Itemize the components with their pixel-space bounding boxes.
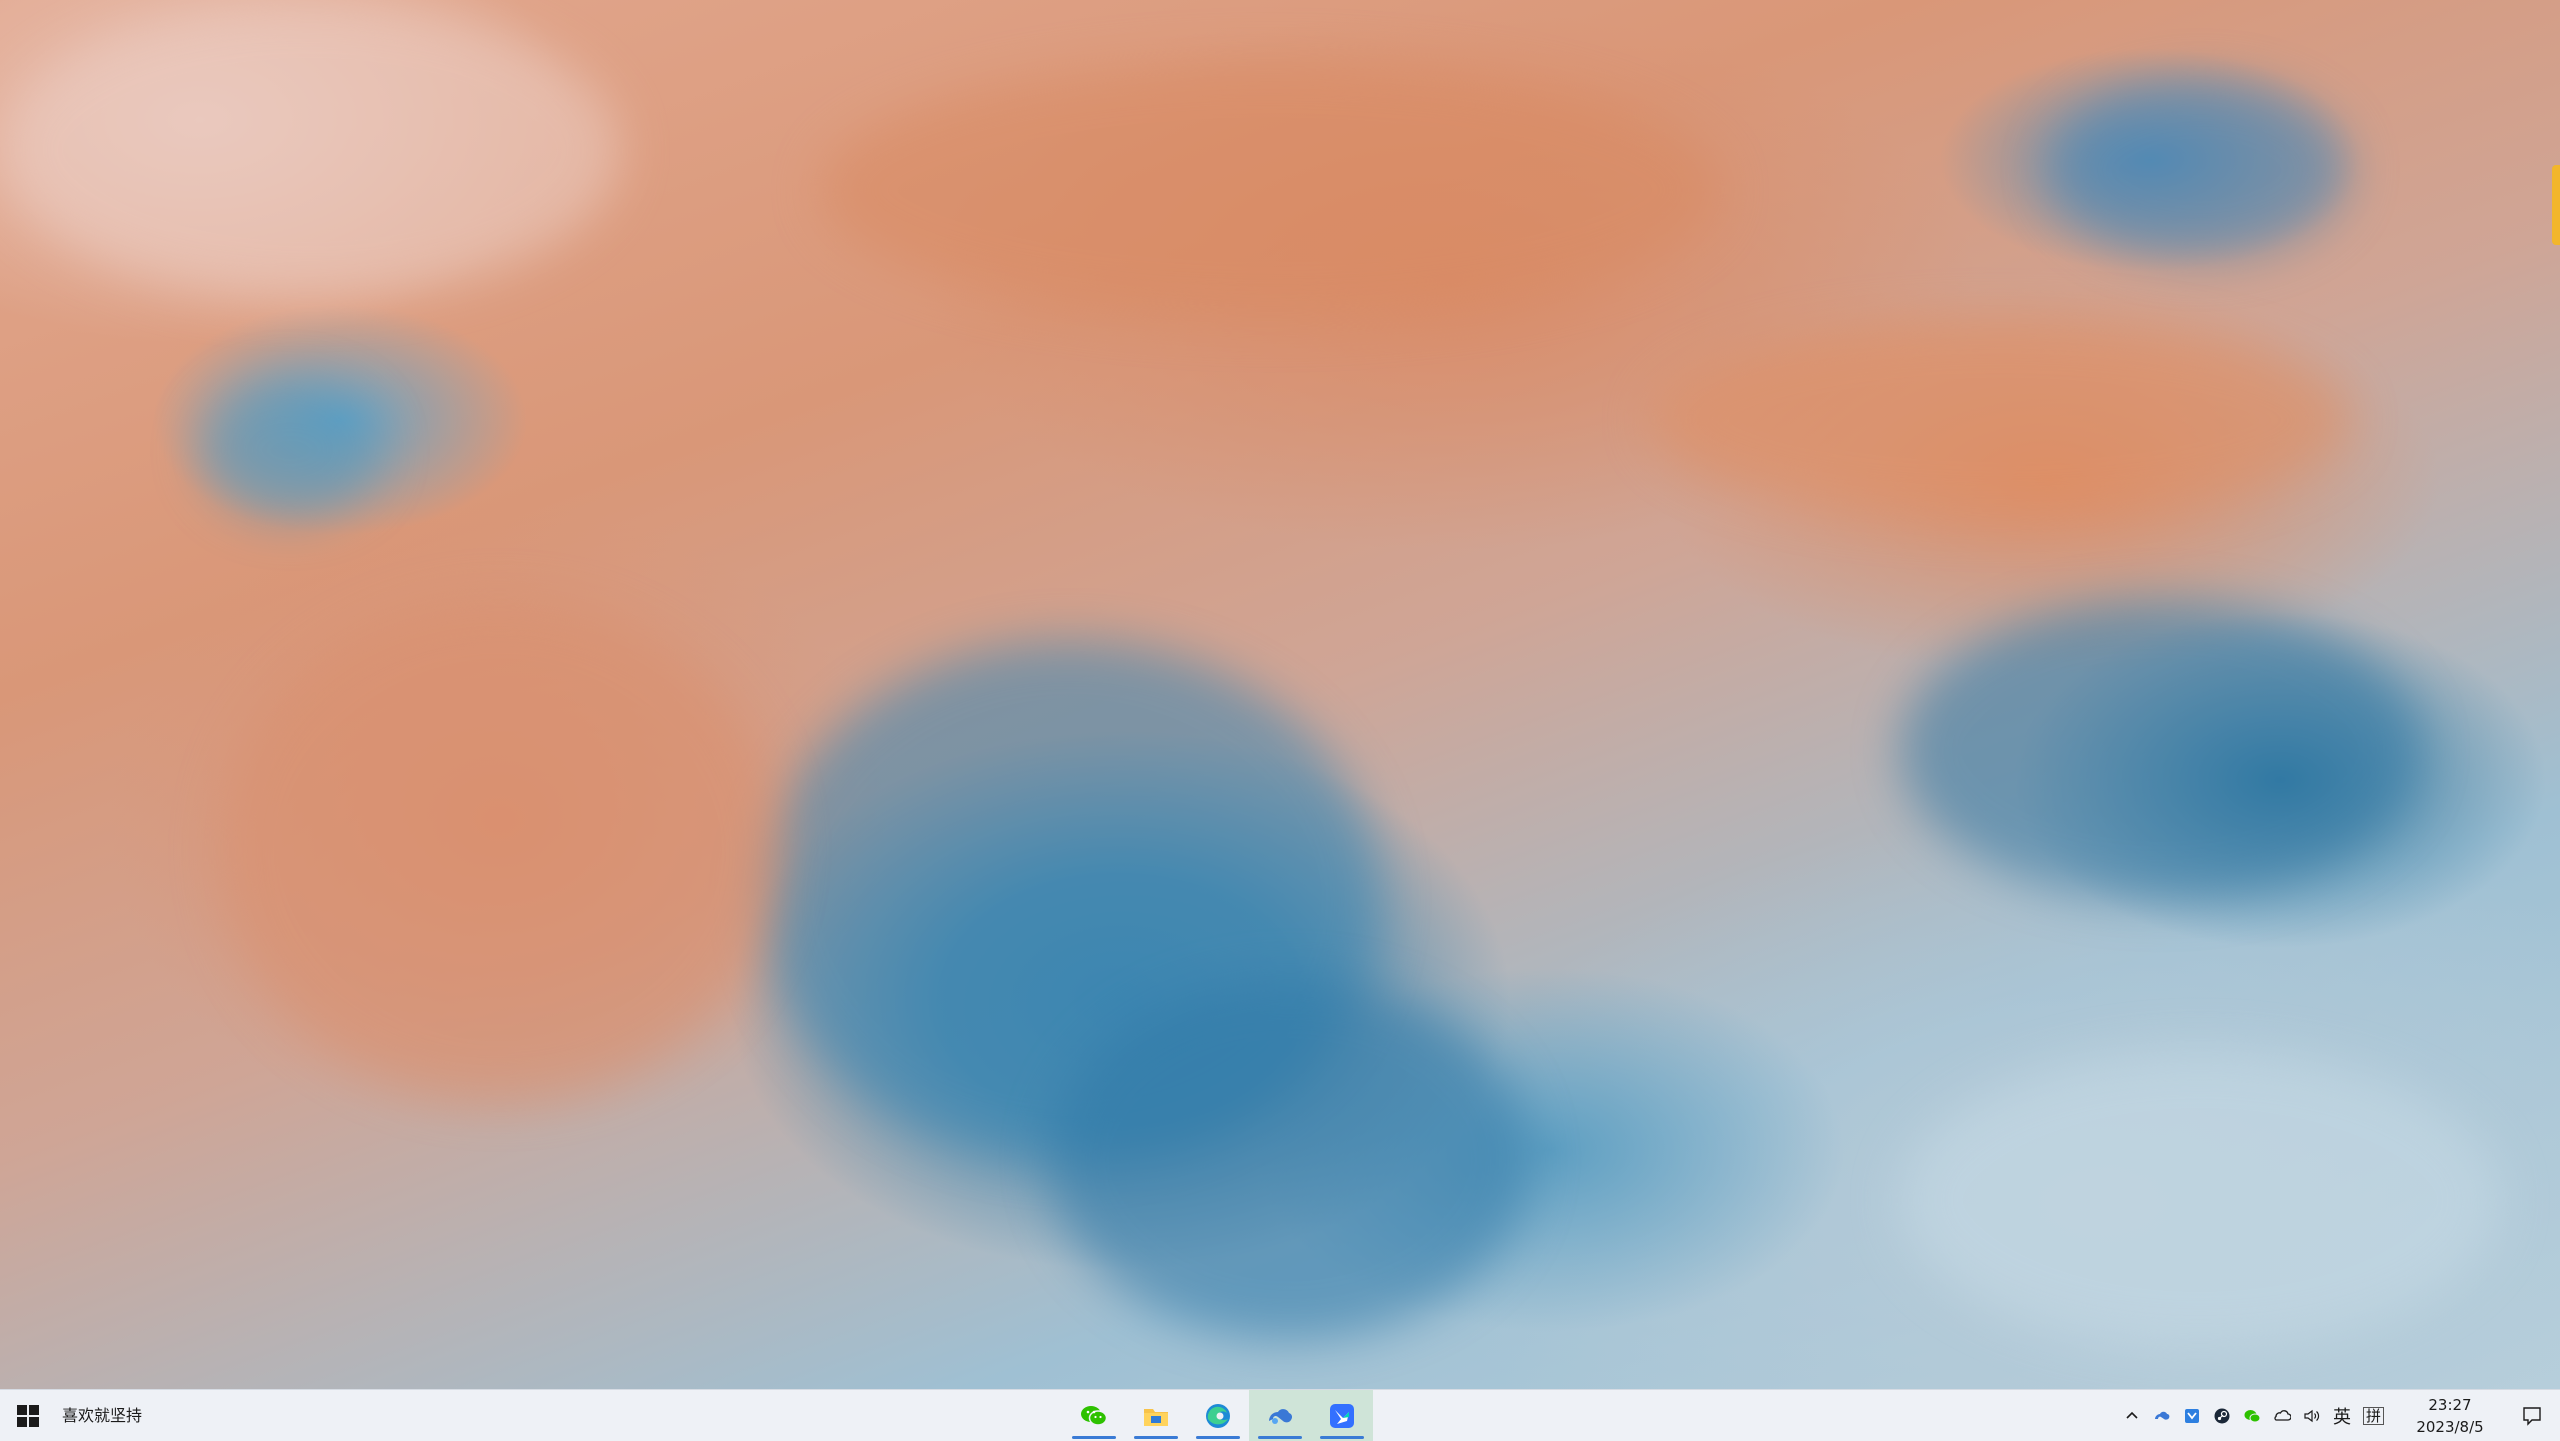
edge-scroll-indicator[interactable]	[2552, 165, 2560, 245]
running-indicator	[1320, 1436, 1364, 1439]
tray-wechat[interactable]	[2237, 1390, 2267, 1441]
taskbar-search-hint[interactable]: 喜欢就坚持	[62, 1390, 142, 1441]
feishu-icon	[1330, 1403, 1354, 1428]
windows-logo-icon	[17, 1404, 39, 1427]
running-indicator	[1134, 1436, 1178, 1439]
wechat-tray-icon	[2244, 1409, 2261, 1422]
file-explorer-icon	[1144, 1408, 1168, 1426]
taskbar-app-wechat[interactable]	[1063, 1390, 1125, 1441]
clock-time: 23:27	[2428, 1395, 2472, 1414]
tray-baidu-cloud[interactable]	[2147, 1390, 2177, 1441]
baidu-cloud-tray-icon	[2154, 1411, 2170, 1420]
input-language-indicator[interactable]: 英	[2327, 1403, 2357, 1429]
start-button[interactable]	[0, 1390, 56, 1441]
tray-volume[interactable]	[2297, 1390, 2327, 1441]
onedrive-icon	[2274, 1409, 2291, 1421]
volume-icon	[2304, 1409, 2320, 1422]
chevron-up-icon	[2126, 1411, 2138, 1419]
ime-mode-indicator[interactable]: 拼	[2362, 1406, 2384, 1425]
security-tray-icon	[2184, 1408, 2199, 1423]
notification-icon	[2523, 1406, 2541, 1426]
taskbar-app-edge[interactable]	[1187, 1390, 1249, 1441]
tray-steam[interactable]	[2207, 1390, 2237, 1441]
tray-security[interactable]	[2177, 1390, 2207, 1441]
clock-date: 2023/8/5	[2416, 1417, 2484, 1436]
pinned-apps	[1063, 1390, 1373, 1441]
running-indicator	[1258, 1436, 1302, 1439]
steam-tray-icon	[2214, 1408, 2230, 1423]
show-hidden-icons-button[interactable]	[2117, 1390, 2147, 1441]
taskbar-clock[interactable]: 23:27 2023/8/5	[2396, 1390, 2504, 1441]
taskbar: 喜欢就坚持 英 拼 23:27 2023/8/5	[0, 1389, 2560, 1441]
action-center-button[interactable]	[2504, 1390, 2560, 1441]
taskbar-app-baidu-netdisk[interactable]	[1249, 1390, 1311, 1441]
baidu-netdisk-icon	[1269, 1408, 1293, 1424]
tray-onedrive[interactable]	[2267, 1390, 2297, 1441]
desktop-wallpaper	[0, 0, 2560, 1389]
edge-browser-icon	[1206, 1403, 1230, 1428]
system-tray: 英 拼 23:27 2023/8/5	[2117, 1390, 2560, 1441]
taskbar-app-file-explorer[interactable]	[1125, 1390, 1187, 1441]
wechat-icon	[1081, 1405, 1108, 1426]
taskbar-app-feishu[interactable]	[1311, 1390, 1373, 1441]
running-indicator	[1196, 1436, 1240, 1439]
running-indicator	[1072, 1436, 1116, 1439]
